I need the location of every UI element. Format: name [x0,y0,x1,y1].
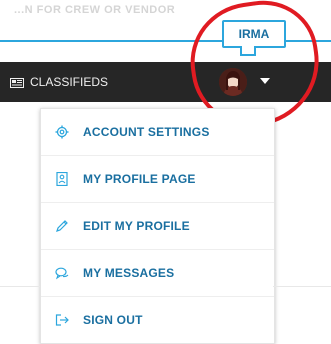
menu-item-label: SIGN OUT [83,313,143,327]
menu-item-my-messages[interactable]: MY MESSAGES [41,250,274,297]
pencil-icon [55,219,69,233]
nav-classifieds-label: CLASSIFIEDS [30,75,109,89]
profile-card-icon [55,171,69,187]
menu-item-account-settings[interactable]: ACCOUNT SETTINGS [41,109,274,156]
menu-item-label: MY PROFILE PAGE [83,172,196,186]
menu-item-sign-out[interactable]: SIGN OUT [41,297,274,343]
newspaper-icon [10,77,24,88]
search-input-text[interactable]: ...N FOR CREW OR VENDOR [14,4,175,16]
menu-item-label: MY MESSAGES [83,266,175,280]
sign-out-icon [55,313,69,327]
menu-item-label: EDIT MY PROFILE [83,219,190,233]
page-divider [0,286,40,287]
chat-bubbles-icon [55,266,69,280]
menu-item-edit-my-profile[interactable]: EDIT MY PROFILE [41,203,274,250]
user-dropdown-menu: ACCOUNT SETTINGS MY PROFILE PAGE EDIT MY… [40,108,275,344]
nav-classifieds-link[interactable]: CLASSIFIEDS [10,62,108,102]
menu-item-label: ACCOUNT SETTINGS [83,125,210,139]
menu-item-my-profile-page[interactable]: MY PROFILE PAGE [41,156,274,203]
page-divider [273,286,331,287]
gear-icon [55,125,69,139]
